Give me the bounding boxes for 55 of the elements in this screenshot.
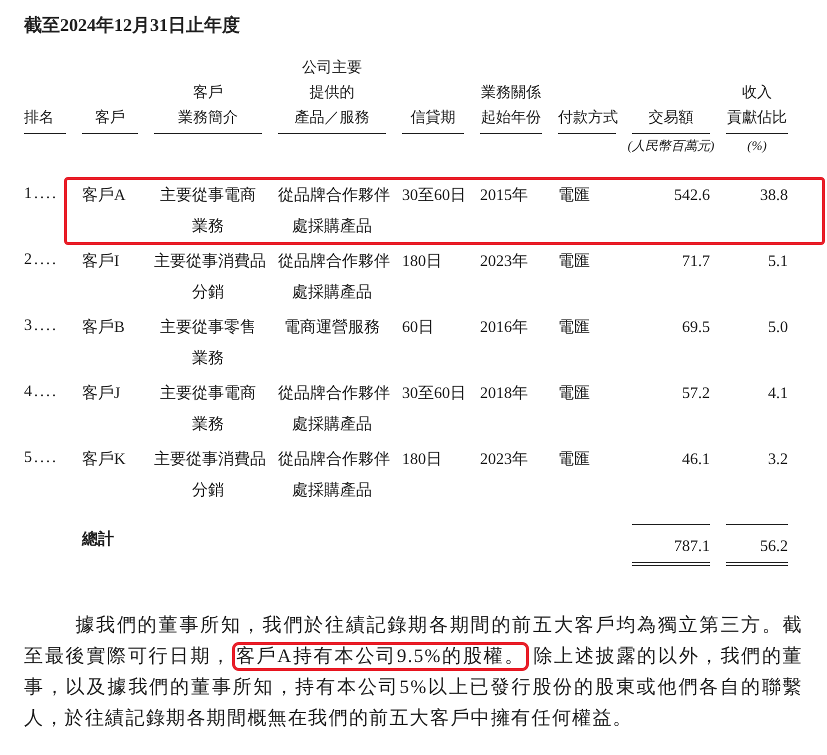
table-cell-text: 5.0 (767, 318, 788, 338)
column-header: 客戶 (82, 106, 138, 134)
table-cell-text: 2023年 (480, 252, 529, 272)
table-cell-text: 客戶I (82, 252, 120, 272)
total-cell: 56.2 (726, 524, 788, 566)
column-header: 收入 貢獻佔比 (726, 81, 788, 134)
unit-label: (%) (746, 137, 768, 155)
table-cell-text: 電匯 (558, 384, 591, 404)
table-cell-text: 3.2 (767, 450, 788, 470)
table-cell-text: 60日 (402, 318, 435, 338)
total-cell: 787.1 (632, 524, 710, 566)
table-heading: 截至2024年12月31日止年度 (24, 14, 241, 37)
table-cell-text: 電商運營服務 (283, 318, 381, 338)
column-header: 排名 (24, 106, 66, 134)
table-cell-text: 57.2 (681, 384, 710, 404)
table-cell-text: 客戶A (82, 186, 127, 206)
rank-cell-text: 3.... (24, 316, 59, 336)
column-header: 公司主要 提供的 產品／服務 (278, 56, 386, 134)
table-cell-text: 客戶B (82, 318, 126, 338)
table-cell-text: 38.8 (759, 186, 788, 206)
table-cell-text: 2018年 (480, 384, 529, 404)
table-cell-text: 客戶K (82, 450, 127, 470)
table-cell-text: 542.6 (673, 186, 710, 206)
total-label: 總計 (82, 529, 115, 550)
table-cell-text: 46.1 (681, 450, 710, 470)
table-cell-text: 主要從事電商 業務 (159, 384, 257, 435)
rank-cell-text: 1.... (24, 184, 59, 204)
column-header: 信貸期 (402, 106, 464, 134)
column-header: 客戶 業務簡介 (154, 81, 262, 134)
table-cell-text: 71.7 (681, 252, 710, 272)
table-cell-text: 30至60日 (402, 186, 464, 206)
table-cell-text: 客戶J (82, 384, 122, 404)
table-cell-text: 69.5 (681, 318, 710, 338)
column-header: 交易額 (632, 106, 710, 134)
rank-cell-text: 5.... (24, 448, 59, 468)
column-header: 業務關係 起始年份 (480, 81, 542, 134)
table-cell-text: 5.1 (767, 252, 788, 272)
table-cell-text: 180日 (402, 450, 443, 470)
table-cell-text: 2023年 (480, 450, 529, 470)
unit-label: (人民幣百萬元) (626, 137, 716, 155)
column-header: 付款方式 (558, 106, 616, 134)
table-cell-text: 2016年 (480, 318, 529, 338)
table-cell-text: 30至60日 (402, 384, 464, 404)
table-cell-text: 180日 (402, 252, 443, 272)
table-cell-text: 電匯 (558, 186, 591, 206)
table-cell-text: 4.1 (767, 384, 788, 404)
table-cell-text: 2015年 (480, 186, 529, 206)
rank-cell-text: 4.... (24, 382, 59, 402)
table-cell-text: 電匯 (558, 450, 591, 470)
table-cell-text: 主要從事電商 業務 (159, 186, 257, 237)
table-cell-text: 電匯 (558, 318, 591, 338)
body-paragraph: 據我們的董事所知，我們於往績記錄期各期間的前五大客戶均為獨立第三方。截至最後實際可行日期， 客戶A持有本公司9.5%的股權。 除上述披露的以外，我們的董事，以及據我們的董事所知，持有本公司5%以上已發行股份的股東或他們各自的聯繫人，於往績記錄期各期間概無在我們的前五大客戶中擁有任何權益。 (24, 614, 803, 731)
table-cell-text: 主要從事零售 業務 (159, 318, 257, 369)
table-cell-text: 電匯 (558, 252, 591, 272)
rank-cell-text: 2.... (24, 250, 59, 270)
